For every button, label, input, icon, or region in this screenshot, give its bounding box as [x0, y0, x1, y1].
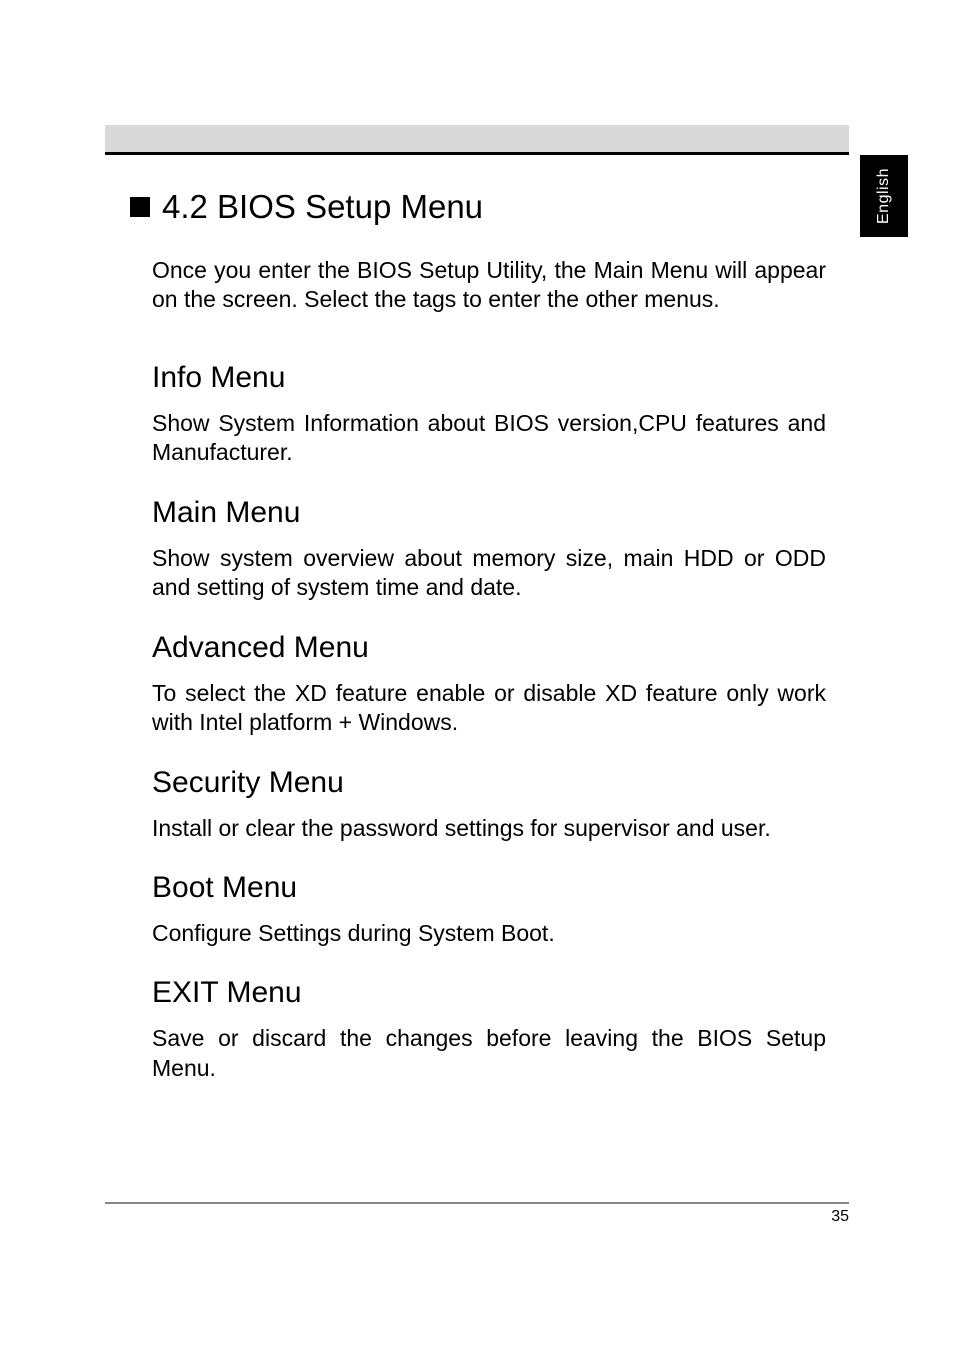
section-body: To select the XD feature enable or disab…	[152, 679, 826, 738]
page-number: 35	[831, 1208, 849, 1226]
section-security-menu: Security Menu Install or clear the passw…	[152, 766, 826, 843]
section-heading: EXIT Menu	[152, 976, 826, 1010]
footer-divider	[105, 1202, 849, 1204]
main-heading: 4.2 BIOS Setup Menu	[130, 188, 826, 226]
language-tab: English	[860, 155, 908, 237]
header-bar	[105, 125, 849, 155]
section-body: Show System Information about BIOS versi…	[152, 409, 826, 468]
section-info-menu: Info Menu Show System Information about …	[152, 361, 826, 468]
section-body: Show system overview about memory size, …	[152, 544, 826, 603]
section-body: Configure Settings during System Boot.	[152, 919, 826, 948]
section-heading: Main Menu	[152, 496, 826, 530]
section-heading: Info Menu	[152, 361, 826, 395]
section-heading: Advanced Menu	[152, 631, 826, 665]
section-exit-menu: EXIT Menu Save or discard the changes be…	[152, 976, 826, 1083]
main-heading-text: 4.2 BIOS Setup Menu	[162, 188, 483, 226]
bullet-square-icon	[130, 197, 150, 217]
section-heading: Boot Menu	[152, 871, 826, 905]
section-heading: Security Menu	[152, 766, 826, 800]
section-boot-menu: Boot Menu Configure Settings during Syst…	[152, 871, 826, 948]
intro-paragraph: Once you enter the BIOS Setup Utility, t…	[152, 256, 826, 315]
section-main-menu: Main Menu Show system overview about mem…	[152, 496, 826, 603]
section-advanced-menu: Advanced Menu To select the XD feature e…	[152, 631, 826, 738]
page-content: 4.2 BIOS Setup Menu Once you enter the B…	[130, 188, 826, 1111]
section-body: Save or discard the changes before leavi…	[152, 1024, 826, 1083]
language-tab-label: English	[875, 168, 893, 224]
section-body: Install or clear the password settings f…	[152, 814, 826, 843]
